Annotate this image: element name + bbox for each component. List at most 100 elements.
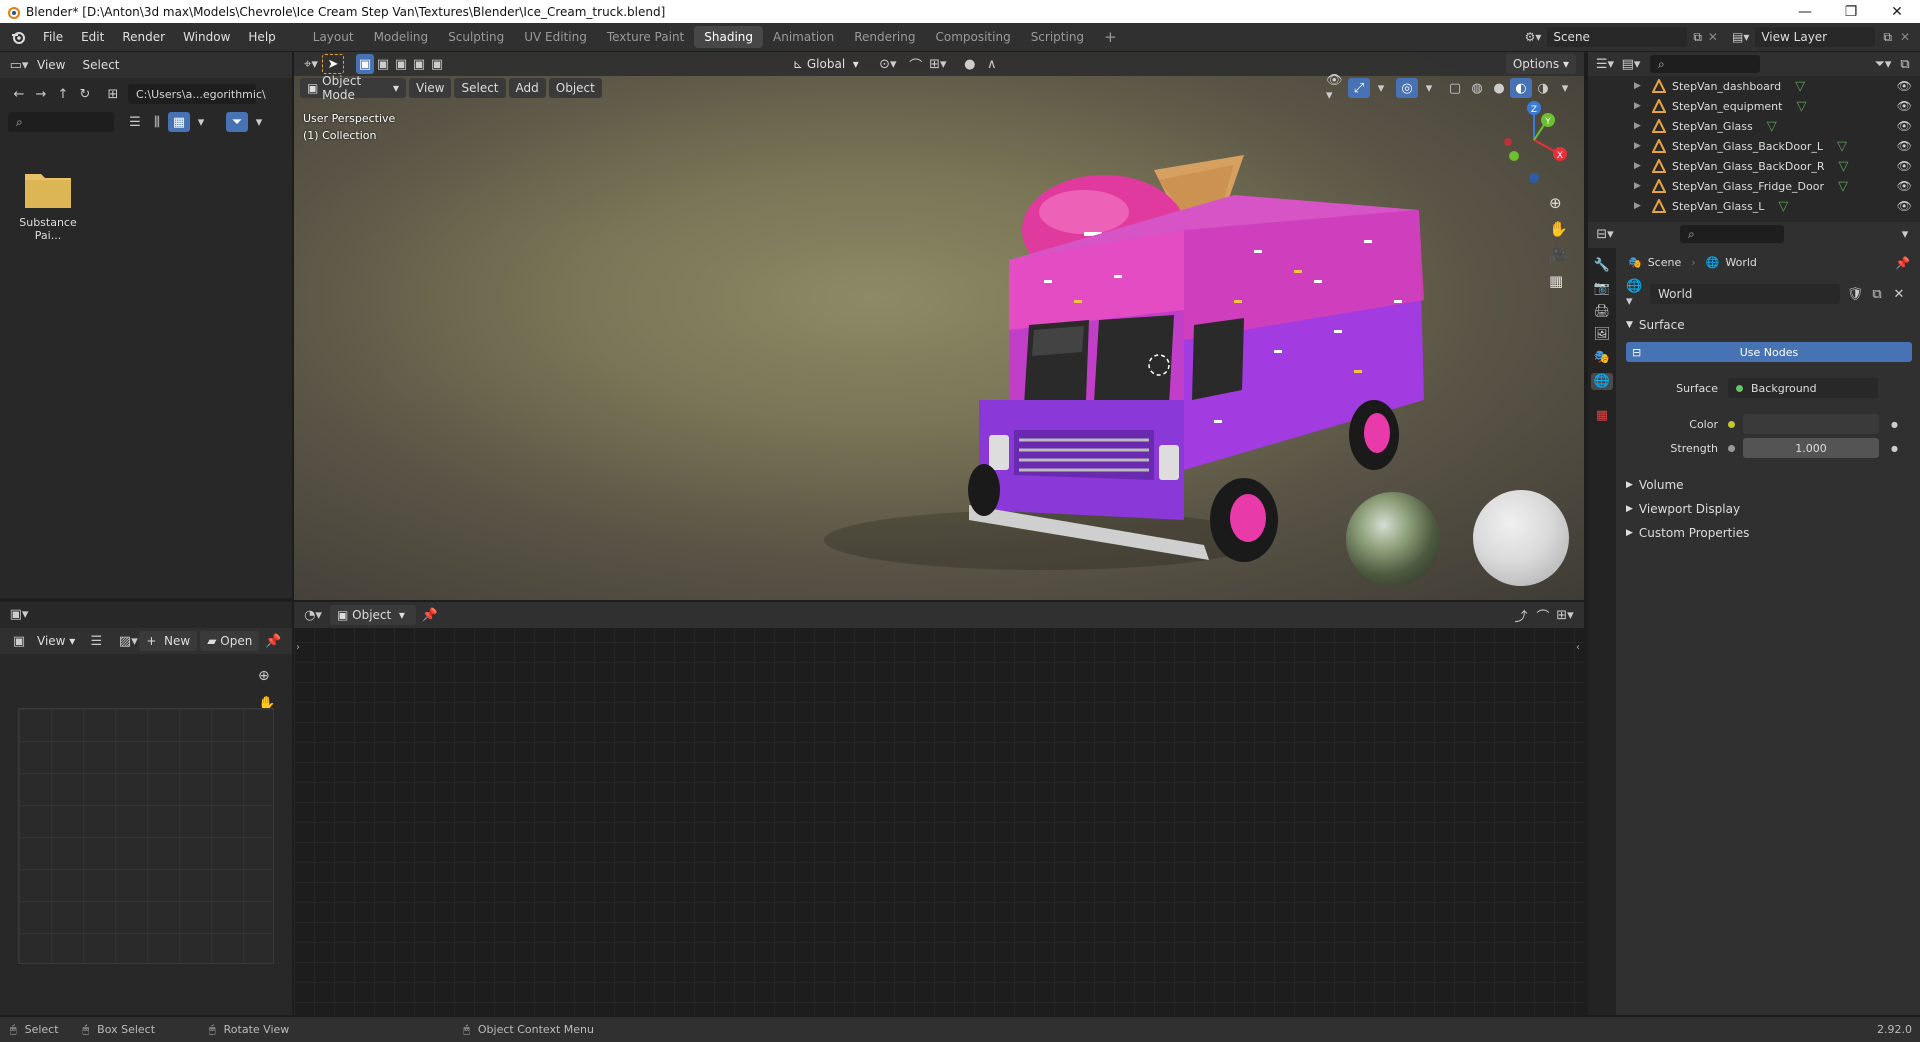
- vp-object-menu[interactable]: Object: [548, 78, 602, 98]
- shader-type-selector[interactable]: ▣ Object ▾: [330, 605, 416, 625]
- pin-icon[interactable]: 📌: [1895, 256, 1910, 270]
- fb-select-menu[interactable]: Select: [75, 55, 126, 75]
- world-browse-icon[interactable]: 🌐▾: [1626, 279, 1648, 309]
- tab-uv-editing[interactable]: UV Editing: [514, 26, 597, 48]
- xray-icon[interactable]: ▢: [1444, 78, 1466, 98]
- eye-icon[interactable]: 👁: [1897, 79, 1912, 93]
- restore-button[interactable]: ❐: [1828, 0, 1874, 23]
- gizmo-toggle-icon[interactable]: ⤢: [1348, 78, 1370, 98]
- tab-animation[interactable]: Animation: [763, 26, 844, 48]
- mesh-data-icon[interactable]: ▽: [1778, 199, 1788, 214]
- outliner-item[interactable]: ▶ StepVan_Glass_BackDoor_L ▽ 👁: [1588, 136, 1920, 156]
- duplicate-icon[interactable]: ⧉: [1866, 284, 1888, 304]
- expand-arrow-icon[interactable]: ▶: [1634, 101, 1646, 111]
- navigation-gizmo[interactable]: Z X Y: [1494, 90, 1574, 210]
- ie-view-menu[interactable]: View ▾: [30, 631, 82, 651]
- expand-arrow-icon[interactable]: ▶: [1634, 141, 1646, 151]
- scene-tab-icon[interactable]: 🎭: [1594, 350, 1610, 365]
- select-invert-icon[interactable]: ▣: [410, 54, 428, 74]
- transform-orientation[interactable]: ⊾ Global ▾: [786, 54, 866, 74]
- render-tab-icon[interactable]: 📷: [1594, 281, 1610, 296]
- outliner-item[interactable]: ▶ StepVan_Glass_BackDoor_R ▽ 👁: [1588, 156, 1920, 176]
- vp-add-menu[interactable]: Add: [508, 78, 546, 98]
- display-mode-icon[interactable]: ▤▾: [1620, 54, 1642, 74]
- fake-user-icon[interactable]: 🛡: [1844, 284, 1866, 304]
- eye-icon[interactable]: 👁: [1897, 139, 1912, 153]
- scene-selector-icon[interactable]: ⚙▾: [1525, 30, 1542, 44]
- mesh-data-icon[interactable]: ▽: [1795, 79, 1805, 94]
- strength-slider[interactable]: 1.000: [1743, 438, 1879, 458]
- image-canvas[interactable]: [18, 708, 274, 964]
- fb-search-input[interactable]: ⌕: [8, 112, 114, 132]
- custom-properties-panel-header[interactable]: ▶ Custom Properties: [1626, 526, 1749, 540]
- proportional-edit-icon[interactable]: ●: [959, 54, 981, 74]
- viewport-display-panel-header[interactable]: ▶ Viewport Display: [1626, 502, 1740, 516]
- keyframe-dot-icon[interactable]: ●: [1891, 444, 1898, 453]
- eye-icon[interactable]: 👁: [1897, 179, 1912, 193]
- tab-rendering[interactable]: Rendering: [844, 26, 925, 48]
- select-subtract-icon[interactable]: ▣: [392, 54, 410, 74]
- new-folder-icon[interactable]: ⊞: [102, 84, 124, 104]
- vertical-list-icon[interactable]: ☰: [124, 112, 146, 132]
- collapse-right-arrow-icon[interactable]: ‹: [1576, 642, 1580, 653]
- eye-icon[interactable]: 👁: [1897, 159, 1912, 173]
- ortho-toggle-icon[interactable]: ▦: [1549, 272, 1568, 290]
- keyframe-dot-icon[interactable]: ●: [1891, 420, 1898, 429]
- color-swatch[interactable]: [1743, 414, 1879, 434]
- forward-arrow-icon[interactable]: →: [30, 84, 52, 104]
- mesh-data-icon[interactable]: ▽: [1838, 179, 1848, 194]
- menu-window[interactable]: Window: [174, 23, 239, 51]
- expand-arrow-icon[interactable]: ▶: [1634, 81, 1646, 91]
- view-layer-icon[interactable]: ▤▾: [1732, 30, 1749, 44]
- outliner-item[interactable]: ▶ StepVan_dashboard ▽ 👁: [1588, 76, 1920, 96]
- node-snap-target-icon[interactable]: ⊞▾: [1554, 605, 1576, 625]
- tab-sculpting[interactable]: Sculpting: [438, 26, 514, 48]
- new-scene-icon[interactable]: ⧉: [1693, 30, 1702, 45]
- editor-type-icon[interactable]: ⊟▾: [1594, 224, 1616, 244]
- collapse-left-arrow-icon[interactable]: ›: [296, 642, 300, 653]
- tab-compositing[interactable]: Compositing: [925, 26, 1020, 48]
- select-new-icon[interactable]: ▣: [356, 54, 374, 74]
- outliner-item[interactable]: ▶ StepVan_equipment ▽ 👁: [1588, 96, 1920, 116]
- strength-socket-dot[interactable]: [1728, 444, 1735, 452]
- scene-selector[interactable]: Scene: [1547, 27, 1688, 47]
- vp-select-menu[interactable]: Select: [454, 78, 506, 98]
- parent-node-tree-icon[interactable]: ⤴: [1510, 605, 1532, 625]
- fb-view-menu[interactable]: View: [30, 55, 72, 75]
- tab-scripting[interactable]: Scripting: [1021, 26, 1094, 48]
- view-layer-selector[interactable]: View Layer: [1755, 27, 1876, 47]
- surface-shader-selector[interactable]: Background: [1728, 378, 1878, 398]
- expand-arrow-icon[interactable]: ▶: [1634, 201, 1646, 211]
- menu-edit[interactable]: Edit: [72, 23, 113, 51]
- visibility-icon[interactable]: 👁▾: [1326, 73, 1348, 103]
- tab-modeling[interactable]: Modeling: [364, 26, 439, 48]
- vp-view-menu[interactable]: View: [409, 78, 452, 98]
- view-layer-tab-icon[interactable]: 🖼: [1594, 327, 1611, 342]
- view-mode-icon[interactable]: ▣: [8, 631, 30, 651]
- outliner-item[interactable]: ▶ StepVan_Glass ▽ 👁: [1588, 116, 1920, 136]
- select-extend-icon[interactable]: ▣: [374, 54, 392, 74]
- shader-node-editor[interactable]: ◔▾ ▣ Object ▾ 📌 ⤴ ⌒ ⊞▾ › ‹: [294, 602, 1584, 1015]
- outliner-search-input[interactable]: ⌕: [1650, 55, 1760, 73]
- texture-tab-icon[interactable]: ▦: [1596, 408, 1608, 423]
- image-browse-icon[interactable]: ▨▾: [117, 631, 139, 651]
- editor-type-icon[interactable]: ▭▾: [8, 55, 30, 75]
- gizmo-dropdown-icon[interactable]: ▾: [1370, 78, 1392, 98]
- fb-folder-item[interactable]: Substance Pai...: [8, 168, 88, 242]
- mesh-data-icon[interactable]: ▽: [1837, 139, 1847, 154]
- close-button[interactable]: ✕: [1874, 0, 1920, 23]
- new-image-button[interactable]: + New: [139, 631, 198, 651]
- volume-panel-header[interactable]: ▶ Volume: [1626, 478, 1684, 492]
- tab-shading[interactable]: Shading: [694, 26, 763, 48]
- ice-cream-truck-model[interactable]: [714, 100, 1434, 580]
- world-name-field[interactable]: World: [1650, 284, 1840, 304]
- delete-scene-icon[interactable]: ✕: [1708, 30, 1718, 44]
- mesh-data-icon[interactable]: ▽: [1767, 119, 1777, 134]
- hamburger-menu-icon[interactable]: ☰: [85, 631, 107, 651]
- 3d-viewport[interactable]: ⌖▾ ➤ ▣ ▣ ▣ ▣ ▣ ⊾ Global ▾ ⊙▾ ⌒ ⊞▾ ● ∧ Op…: [294, 52, 1584, 600]
- wireframe-shading-icon[interactable]: ◍: [1466, 78, 1488, 98]
- color-socket-dot[interactable]: [1728, 420, 1735, 428]
- back-arrow-icon[interactable]: ←: [8, 84, 30, 104]
- fb-path-field[interactable]: C:\Users\a...egorithmic\: [128, 84, 266, 104]
- refresh-icon[interactable]: ↻: [74, 84, 96, 104]
